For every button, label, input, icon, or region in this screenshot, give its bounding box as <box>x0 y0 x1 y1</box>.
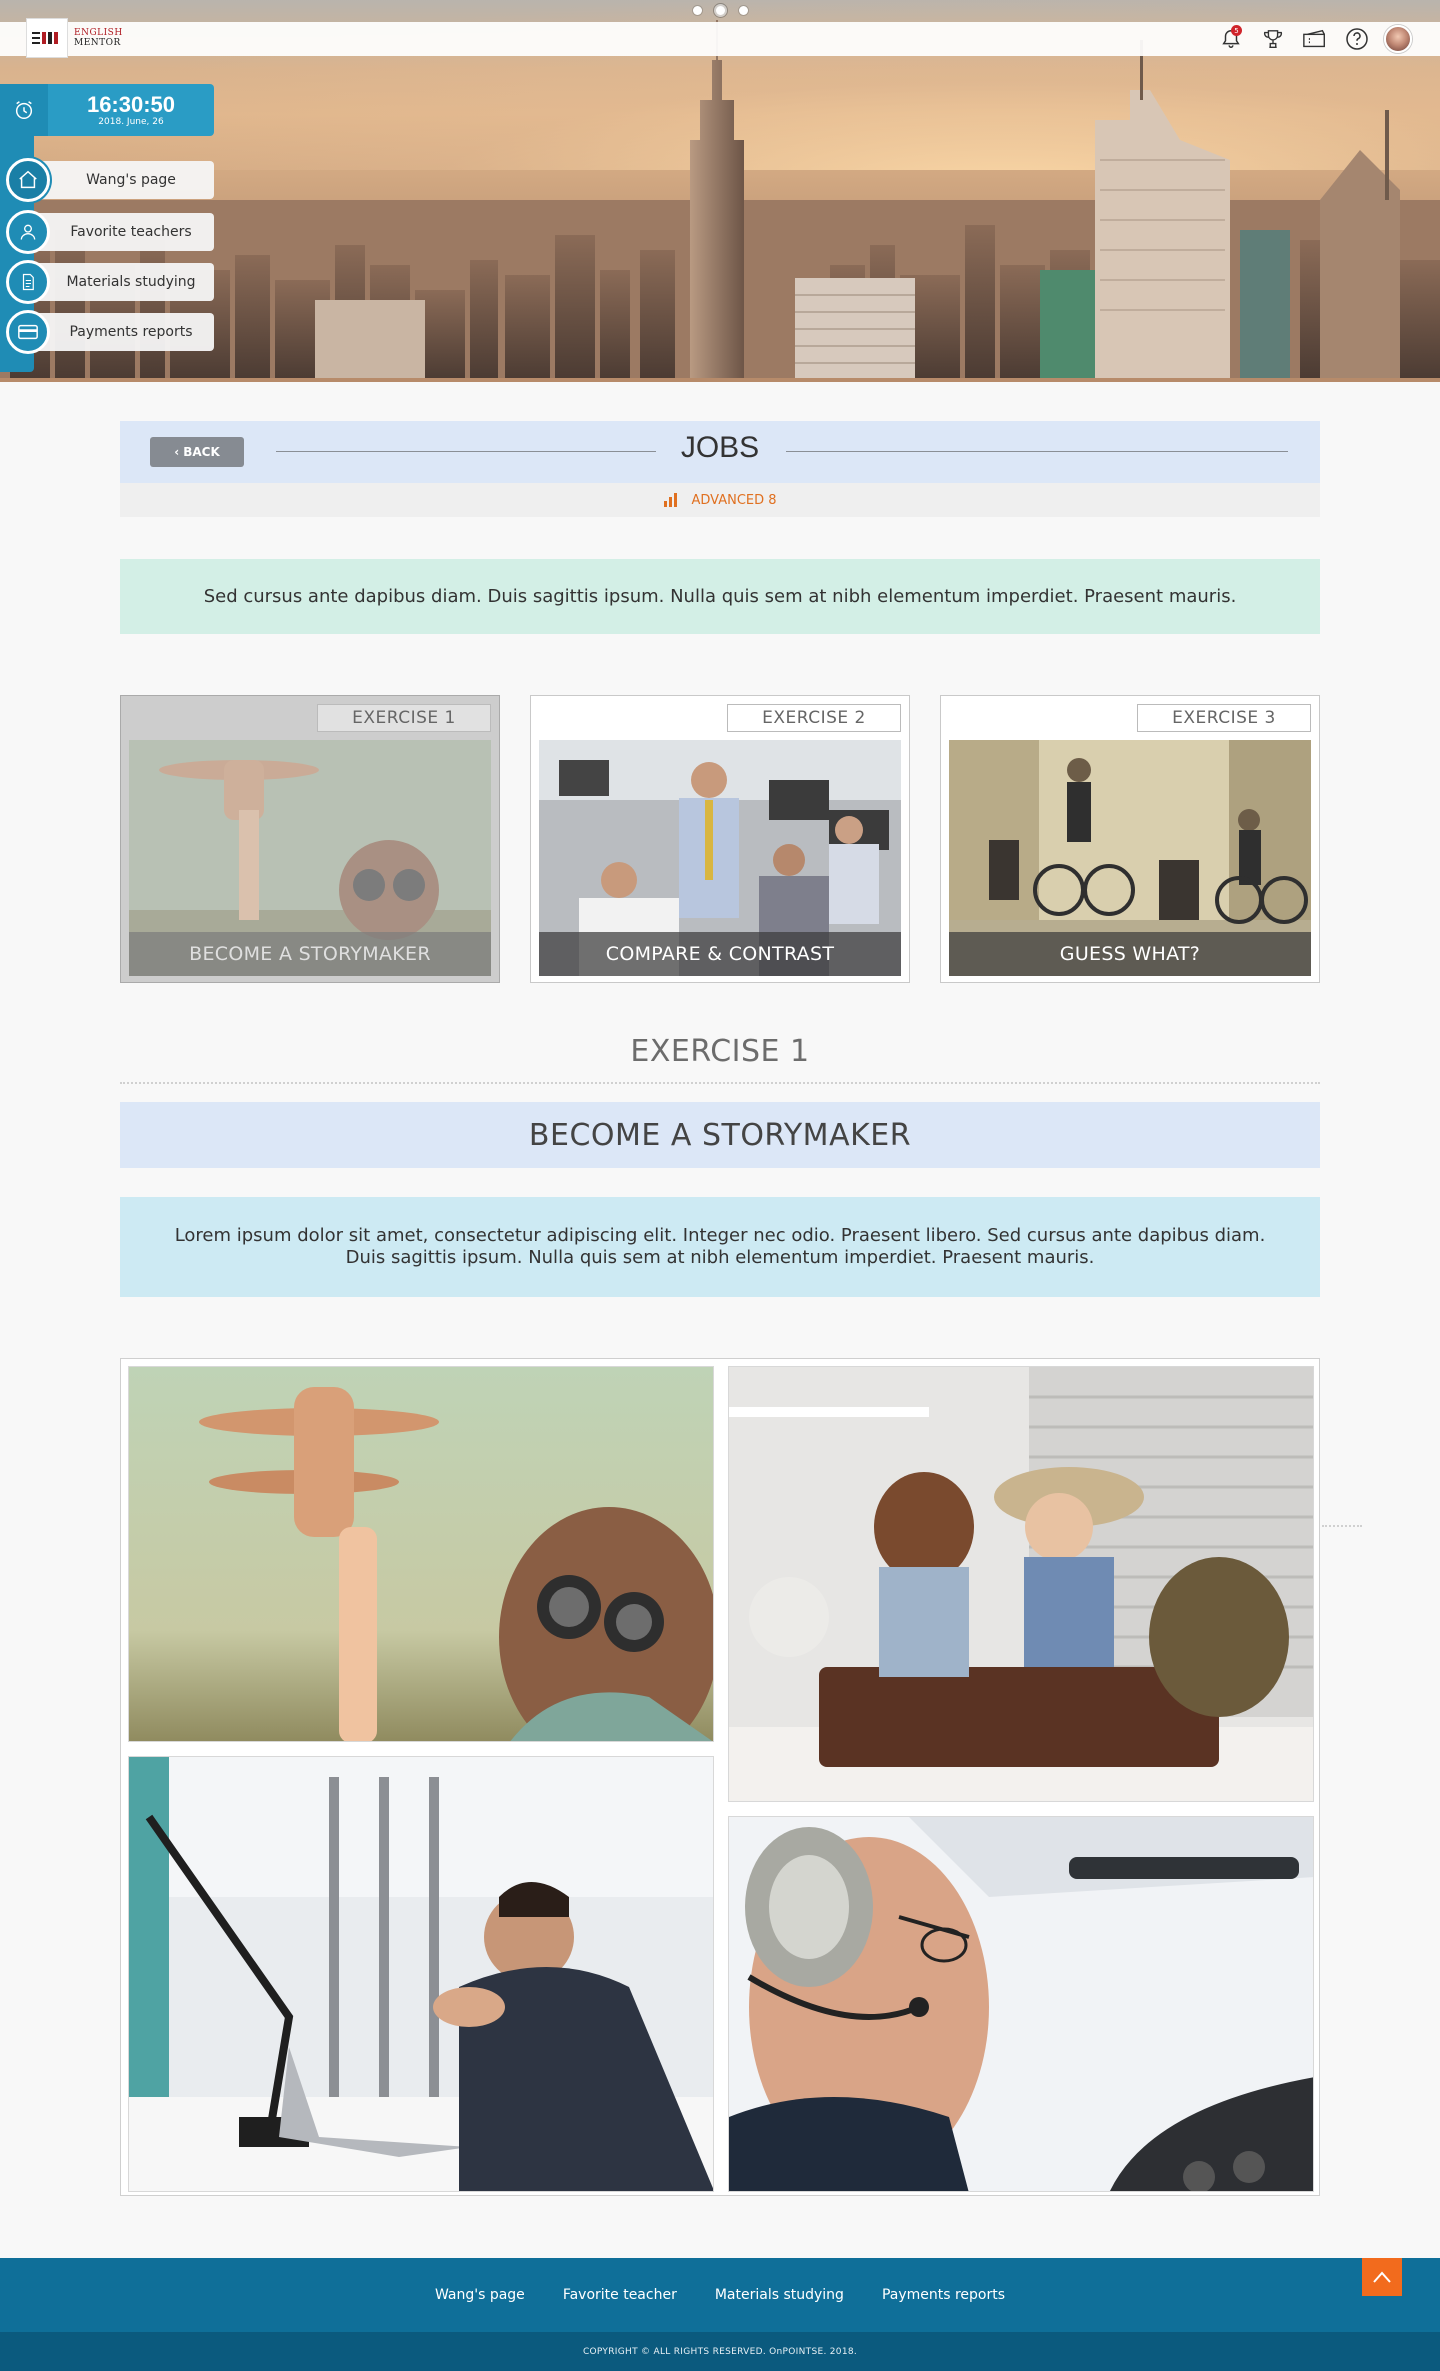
sidebar-item-label: Wang's page <box>36 161 214 199</box>
kids-suitcase-photo <box>729 1367 1313 1801</box>
clock-text: 16:30:50 2018. June, 26 <box>48 84 214 136</box>
exercise-heading: EXERCISE 1 <box>630 1034 810 1069</box>
exercise-card-label: EXERCISE 2 <box>727 704 901 732</box>
exercise-card-caption: GUESS WHAT? <box>949 932 1311 976</box>
sidebar-icon-circle <box>6 310 50 354</box>
user-icon <box>20 224 36 240</box>
sidebar-item-payments-reports[interactable]: Payments reports <box>0 310 214 354</box>
carousel-dot[interactable] <box>738 6 748 15</box>
copyright: COPYRIGHT © ALL RIGHTS RESERVED. OnPOINT… <box>0 2332 1440 2371</box>
notifications-button[interactable]: 5 <box>1216 25 1246 53</box>
sidebar-icon-circle <box>6 210 50 254</box>
exercise-card-2[interactable]: EXERCISE 2 COMPARE & CONTRAST <box>530 695 910 983</box>
exercise-description: Lorem ipsum dolor sit amet, consectetur … <box>120 1197 1320 1297</box>
hero-banner <box>0 0 1440 382</box>
alarm-clock-icon <box>15 101 33 119</box>
level-label: ADVANCED 8 <box>691 492 777 508</box>
city-skyline-image <box>0 20 1440 382</box>
brand-line2: MENTOR <box>74 38 121 48</box>
description-line-1: Lorem ipsum dolor sit amet, consectetur … <box>174 1225 1266 1246</box>
clock-time: 16:30:50 <box>86 92 176 117</box>
logo-icon <box>32 32 58 44</box>
gallery-image-pilot[interactable] <box>728 1816 1314 2192</box>
gallery-image-girl-plane[interactable] <box>128 1366 714 1742</box>
help-button[interactable] <box>1342 25 1372 53</box>
pilot-photo <box>729 1817 1313 2191</box>
side-dotted-line <box>1322 1525 1362 1527</box>
exercise-card-3[interactable]: EXERCISE 3 GUESS WHAT? <box>940 695 1320 983</box>
hero-bottom-border <box>0 378 1440 382</box>
tickets-button[interactable] <box>1300 25 1330 53</box>
chevron-up-icon <box>1373 2271 1391 2283</box>
dotted-divider <box>120 1082 1320 1084</box>
card-icon <box>18 324 38 340</box>
exercise-card-caption: BECOME A STORYMAKER <box>129 932 491 976</box>
ticket-icon <box>1303 29 1325 48</box>
home-icon <box>19 170 37 189</box>
sidebar-item-label: Payments reports <box>36 313 214 351</box>
sidebar-item-favorite-teachers[interactable]: Favorite teachers <box>0 210 214 254</box>
help-icon <box>1346 28 1368 50</box>
logo[interactable] <box>26 18 68 58</box>
sidebar-item-label: Favorite teachers <box>36 213 214 251</box>
trophy-icon <box>1263 30 1283 48</box>
notification-badge: 5 <box>1231 25 1242 36</box>
header-actions: 5 <box>1216 25 1412 53</box>
page-header: ‹ BACK JOBS <box>120 421 1320 483</box>
exercise-card-1[interactable]: EXERCISE 1 BECOME A STORYMAKER <box>120 695 500 983</box>
exercise-card-image: GUESS WHAT? <box>949 740 1311 976</box>
exercise-card-image: COMPARE & CONTRAST <box>539 740 901 976</box>
clock-date: 2018. June, 26 <box>98 117 164 127</box>
intro-text: Sed cursus ante dapibus diam. Duis sagit… <box>120 559 1320 634</box>
carousel-dot[interactable] <box>692 6 702 15</box>
achievements-button[interactable] <box>1258 25 1288 53</box>
footer-link-wangs-page[interactable]: Wang's page <box>435 2287 525 2303</box>
level-bar: ADVANCED 8 <box>120 483 1320 517</box>
user-avatar[interactable] <box>1384 25 1412 53</box>
clock-widget: 16:30:50 2018. June, 26 <box>0 84 214 136</box>
footer-nav: Wang's page Favorite teacher Materials s… <box>0 2258 1440 2332</box>
sidebar-icon-circle <box>6 260 50 304</box>
exercise-card-image: BECOME A STORYMAKER <box>129 740 491 976</box>
clock-icon-box <box>0 84 48 136</box>
exercise-title: BECOME A STORYMAKER <box>120 1102 1320 1168</box>
gallery-image-stressed-man[interactable] <box>128 1756 714 2192</box>
exercise-card-caption: COMPARE & CONTRAST <box>539 932 901 976</box>
exercise-card-label: EXERCISE 3 <box>1137 704 1311 732</box>
footer-link-favorite-teacher[interactable]: Favorite teacher <box>563 2287 677 2303</box>
document-icon <box>22 273 34 291</box>
scroll-to-top-button[interactable] <box>1362 2258 1402 2296</box>
exercise-card-label: EXERCISE 1 <box>317 704 491 732</box>
description-line-2: Duis sagittis ipsum. Nulla quis sem at n… <box>345 1247 1095 1268</box>
sidebar-item-wangs-page[interactable]: Wang's page <box>0 158 214 202</box>
stressed-man-photo <box>129 1757 713 2191</box>
image-gallery <box>120 1358 1320 2196</box>
sidebar-item-materials-studying[interactable]: Materials studying <box>0 260 214 304</box>
level-bars-icon <box>664 493 678 507</box>
top-bar: ENGLISH MENTOR 5 <box>0 18 1440 58</box>
footer-link-materials-studying[interactable]: Materials studying <box>715 2287 844 2303</box>
footer-link-payments-reports[interactable]: Payments reports <box>882 2287 1005 2303</box>
sidebar-item-label: Materials studying <box>36 263 214 301</box>
girl-plane-photo <box>129 1367 713 1741</box>
brand-name: ENGLISH MENTOR <box>74 28 123 48</box>
carousel-dot-active[interactable] <box>715 6 725 15</box>
carousel-dots <box>0 6 1440 15</box>
sidebar-icon-circle <box>6 158 50 202</box>
page-title: JOBS <box>680 431 760 464</box>
gallery-image-kids-suitcase[interactable] <box>728 1366 1314 1802</box>
brand-line1: ENGLISH <box>74 28 123 38</box>
